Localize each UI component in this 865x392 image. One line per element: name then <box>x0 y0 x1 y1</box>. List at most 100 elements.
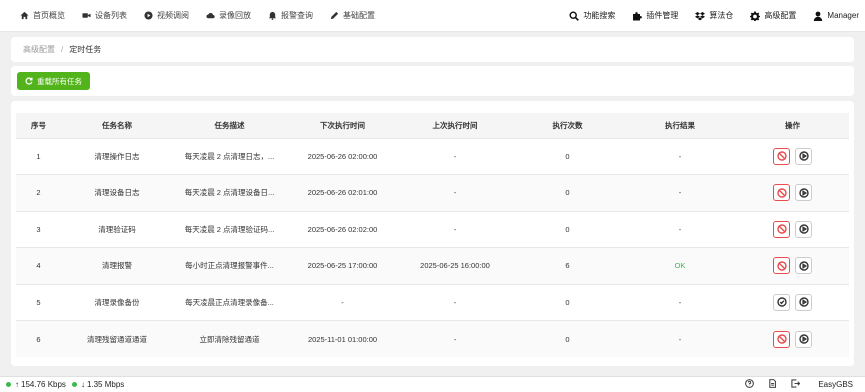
cell-name: 清理报警 <box>61 247 173 284</box>
cell-next-run: 2025-06-26 02:00:00 <box>286 137 399 175</box>
nav-item-search[interactable]: 功能搜索 <box>569 10 615 21</box>
col-header-desc: 任务描述 <box>173 113 286 138</box>
cell-actions <box>736 174 849 211</box>
cell-desc: 每天凌晨 2 点清理设备日... <box>173 174 286 211</box>
logout-icon[interactable] <box>791 379 801 390</box>
cell-desc: 每天凌晨正点清理录像备... <box>173 283 286 321</box>
reload-all-tasks-button[interactable]: 重载所有任务 <box>17 72 90 90</box>
cell-actions <box>736 247 849 284</box>
status-dot <box>71 382 77 387</box>
cell-result: - <box>624 137 736 175</box>
task-table-panel: 序号 任务名称 任务描述 下次执行时间 上次执行时间 执行次数 执行结果 操作 … <box>11 101 854 366</box>
nav-item-alarm[interactable]: 报警查询 <box>268 10 313 21</box>
task-table: 序号 任务名称 任务描述 下次执行时间 上次执行时间 执行次数 执行结果 操作 … <box>16 113 849 357</box>
cell-desc: 每天凌晨 2 点清理验证码... <box>173 210 286 248</box>
cell-count: 0 <box>511 283 624 321</box>
cell-index: 1 <box>16 137 61 175</box>
arrow-up-icon: ↑ <box>15 380 19 389</box>
table-row: 5 清理录像备份 每天凌晨正点清理录像备... - -0- <box>16 283 849 321</box>
cell-index: 6 <box>16 320 61 357</box>
check-circle-icon <box>776 297 787 307</box>
ban-icon <box>776 224 787 234</box>
play-circle-icon <box>144 11 153 20</box>
cell-name: 清理录像备份 <box>61 283 173 321</box>
cell-next-run: 2025-06-26 02:01:00 <box>286 174 399 211</box>
breadcrumb-parent[interactable]: 高级配置 <box>23 44 55 55</box>
cell-desc: 每小时正点清理报警事件... <box>173 247 286 284</box>
cell-last-run: - <box>399 210 511 248</box>
cell-index: 4 <box>16 247 61 284</box>
toolbar: 重载所有任务 <box>11 66 854 96</box>
cell-count: 0 <box>511 320 624 357</box>
help-icon[interactable] <box>745 379 755 390</box>
disable-task-button[interactable] <box>773 184 790 202</box>
ban-icon <box>776 188 787 198</box>
disable-task-button[interactable] <box>773 220 790 238</box>
disable-task-button[interactable] <box>773 257 790 275</box>
cell-actions <box>736 283 849 321</box>
col-header-index: 序号 <box>16 113 61 138</box>
status-bar: ↑ 154.76 Kbps ↓ 1.35 Mbps EasyGBS <box>0 376 865 392</box>
play-circle-icon <box>798 261 809 271</box>
brand-name: EasyGBS <box>818 380 853 389</box>
dropbox-icon <box>695 11 706 20</box>
col-header-count: 执行次数 <box>511 113 624 138</box>
document-icon[interactable] <box>768 379 777 390</box>
cell-name: 清理操作日志 <box>61 137 173 175</box>
play-circle-icon <box>798 151 809 161</box>
play-circle-icon <box>798 224 809 234</box>
table-row: 2 清理设备日志 每天凌晨 2 点清理设备日... 2025-06-26 02:01:… <box>16 174 849 211</box>
cell-last-run: - <box>399 283 511 321</box>
cell-result: OK <box>624 247 736 284</box>
cell-index: 3 <box>16 210 61 248</box>
table-header-row: 序号 任务名称 任务描述 下次执行时间 上次执行时间 执行次数 执行结果 操作 <box>16 113 849 138</box>
run-task-button[interactable] <box>795 184 812 202</box>
ban-icon <box>776 334 787 344</box>
enable-task-button[interactable] <box>773 293 790 311</box>
cell-result: - <box>624 320 736 357</box>
play-circle-icon <box>798 188 809 198</box>
nav-item-advanced-config[interactable]: 高级配置 <box>750 10 796 21</box>
home-icon <box>20 11 29 20</box>
nav-item-basic-config[interactable]: 基础配置 <box>330 10 375 21</box>
col-header-actions: 操作 <box>736 113 849 138</box>
search-icon <box>569 10 580 21</box>
nav-item-devices[interactable]: 设备列表 <box>82 10 127 21</box>
col-header-result: 执行结果 <box>624 113 736 138</box>
nav-item-video[interactable]: 视频调阅 <box>144 10 189 21</box>
nav-item-plugins[interactable]: 插件管理 <box>632 10 678 21</box>
cell-result: - <box>624 174 736 211</box>
run-task-button[interactable] <box>795 147 812 165</box>
cell-last-run: - <box>399 137 511 175</box>
refresh-icon <box>25 77 33 85</box>
cell-result: - <box>624 283 736 321</box>
disable-task-button[interactable] <box>773 330 790 348</box>
col-header-last-run: 上次执行时间 <box>399 113 511 138</box>
nav-item-user[interactable]: Manager <box>813 11 859 21</box>
table-row: 6 清理残留通道通道 立即清除残留通道 2025-11-01 01:00:00-0- <box>16 320 849 357</box>
nav-item-playback[interactable]: 录像回放 <box>206 10 251 21</box>
cell-count: 6 <box>511 247 624 284</box>
nav-item-home[interactable]: 首页概览 <box>20 10 65 21</box>
cell-result: - <box>624 210 736 248</box>
run-task-button[interactable] <box>795 293 812 311</box>
run-task-button[interactable] <box>795 220 812 238</box>
user-icon <box>814 11 823 21</box>
cell-next-run: - <box>286 283 399 321</box>
nav-item-algorithms[interactable]: 算法仓 <box>695 10 733 21</box>
cell-desc: 每天凌晨 2 点清理日志，... <box>173 137 286 175</box>
cell-actions <box>736 320 849 357</box>
table-row: 3 清理验证码 每天凌晨 2 点清理验证码... 2025-06-26 02:02:0… <box>16 210 849 248</box>
cell-last-run: 2025-06-25 16:00:00 <box>399 247 511 284</box>
status-dot <box>6 382 11 387</box>
cell-count: 0 <box>511 174 624 211</box>
cell-name: 清理验证码 <box>61 210 173 248</box>
disable-task-button[interactable] <box>773 147 790 165</box>
run-task-button[interactable] <box>795 330 812 348</box>
breadcrumb-separator: / <box>61 45 64 54</box>
run-task-button[interactable] <box>795 257 812 275</box>
ban-icon <box>776 261 787 271</box>
cell-desc: 立即清除残留通道 <box>173 320 286 357</box>
cell-index: 5 <box>16 283 61 321</box>
cell-next-run: 2025-06-25 17:00:00 <box>286 247 399 284</box>
